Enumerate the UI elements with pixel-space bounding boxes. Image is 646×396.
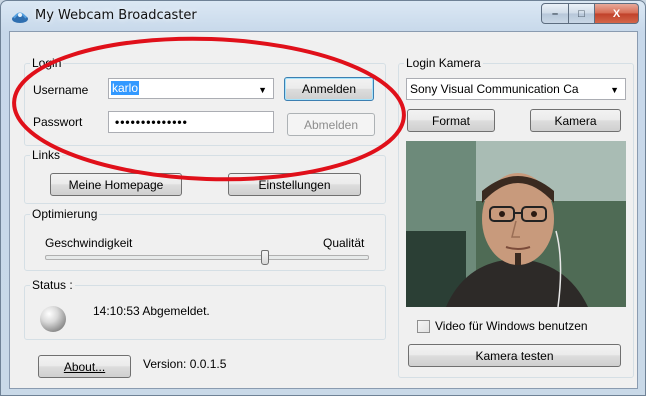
username-combo[interactable]: karlo ▼: [108, 78, 274, 99]
logout-button[interactable]: Abmelden: [287, 113, 375, 136]
speed-label: Geschwindigkeit: [45, 236, 133, 250]
quality-label: Qualität: [323, 236, 365, 250]
password-label: Passwort: [33, 115, 83, 129]
about-button[interactable]: About...: [38, 355, 131, 378]
camera-button[interactable]: Kamera: [530, 109, 621, 132]
login-legend: Login: [32, 56, 62, 70]
client-area: Login Username karlo ▼ Anmelden Passwort…: [9, 31, 638, 389]
camera-device-value: Sony Visual Communication Ca: [410, 82, 579, 96]
maximize-button[interactable]: □: [569, 3, 595, 24]
status-text: 14:10:53 Abgemeldet.: [93, 304, 210, 318]
close-button[interactable]: X: [595, 3, 639, 24]
webcam-app-icon: [12, 12, 28, 23]
chevron-down-icon[interactable]: ▼: [610, 85, 619, 95]
settings-button[interactable]: Einstellungen: [228, 173, 361, 196]
chevron-down-icon[interactable]: ▼: [258, 85, 267, 95]
links-legend: Links: [32, 148, 61, 162]
homepage-button[interactable]: Meine Homepage: [50, 173, 182, 196]
caption-buttons: – □ X: [541, 3, 639, 24]
test-camera-button[interactable]: Kamera testen: [408, 344, 621, 367]
vfw-label: Video für Windows benutzen: [435, 319, 588, 333]
version-text: Version: 0.0.1.5: [143, 357, 227, 371]
camera-device-combo[interactable]: Sony Visual Communication Ca ▼: [406, 78, 626, 100]
minimize-button[interactable]: –: [541, 3, 569, 24]
webcam-face-image: [406, 141, 626, 307]
title-bar[interactable]: My Webcam Broadcaster – □ X: [1, 1, 645, 33]
app-window: My Webcam Broadcaster – □ X Login Userna…: [0, 0, 646, 396]
username-label: Username: [33, 83, 89, 97]
format-button[interactable]: Format: [407, 109, 495, 132]
optimize-legend: Optimierung: [32, 207, 98, 221]
window-title: My Webcam Broadcaster: [35, 8, 197, 23]
username-value: karlo: [111, 81, 140, 95]
camera-legend: Login Kamera: [406, 56, 481, 70]
about-label: About...: [63, 359, 106, 374]
password-field[interactable]: ••••••••••••••: [108, 111, 274, 133]
optimize-slider-thumb[interactable]: [261, 250, 270, 265]
globe-icon: [40, 306, 66, 332]
login-button[interactable]: Anmelden: [284, 77, 374, 101]
optimize-slider-track[interactable]: [45, 255, 369, 260]
vfw-checkbox[interactable]: [417, 320, 430, 333]
camera-preview: [406, 141, 626, 307]
status-legend: Status :: [32, 278, 73, 292]
